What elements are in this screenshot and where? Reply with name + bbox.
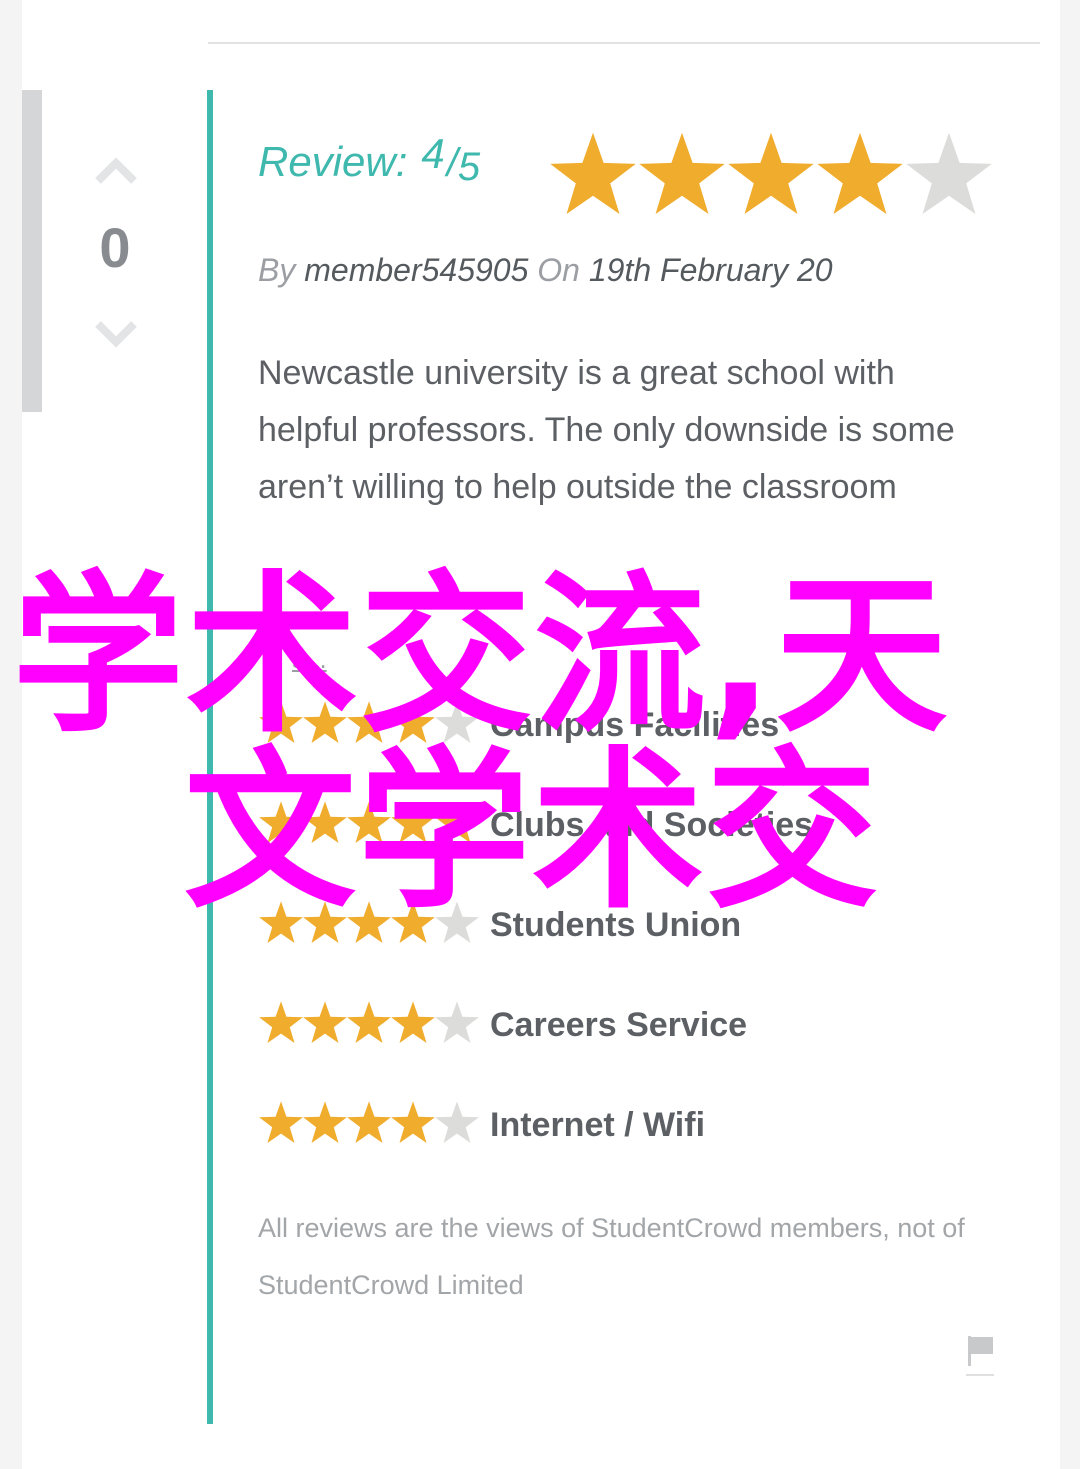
- star-filled-icon: [728, 132, 814, 215]
- review-slash: /: [446, 141, 458, 185]
- star-filled-icon: [259, 1101, 303, 1143]
- overall-rating-stars: [548, 130, 998, 220]
- vote-bar: [22, 90, 42, 412]
- star-filled-icon: [347, 1101, 391, 1143]
- star-filled-icon: [303, 701, 347, 743]
- category-row: Clubs and Societies: [258, 800, 978, 850]
- star-filled-icon: [347, 801, 391, 843]
- star-empty-icon: [435, 1001, 479, 1043]
- star-filled-icon: [347, 701, 391, 743]
- star-filled-icon: [817, 132, 903, 215]
- review-date: 19th February 20: [588, 252, 833, 288]
- star-filled-icon: [550, 132, 636, 215]
- vote-count: 0: [99, 216, 131, 279]
- accent-line: [207, 90, 213, 1424]
- review-score: 4: [421, 130, 445, 177]
- star-filled-icon: [347, 1001, 391, 1043]
- star-filled-icon: [391, 1001, 435, 1043]
- star-filled-icon: [303, 1001, 347, 1043]
- on-label: On: [537, 252, 580, 288]
- star-filled-icon: [639, 132, 725, 215]
- category-row: Careers Service: [258, 1000, 978, 1050]
- star-filled-icon: [303, 901, 347, 943]
- review-meta: By member545905 On 19th February 20: [258, 252, 833, 289]
- review-body: Newcastle university is a great school w…: [258, 354, 955, 506]
- disclaimer: All reviews are the views of StudentCrow…: [258, 1213, 965, 1300]
- by-label: By: [258, 252, 296, 288]
- downvote-button[interactable]: [94, 320, 138, 350]
- category-row: Students Union: [258, 900, 978, 950]
- review-max: 5: [457, 145, 481, 189]
- category-label: Students Union: [490, 906, 742, 944]
- category-label: Campus Facilities: [490, 706, 780, 744]
- star-filled-icon: [391, 801, 435, 843]
- star-filled-icon: [391, 1101, 435, 1143]
- chevron-down-icon: [95, 321, 137, 348]
- star-filled-icon: [259, 701, 303, 743]
- star-filled-icon: [259, 1001, 303, 1043]
- category-label: Clubs and Societies: [490, 806, 814, 844]
- category-label: Internet / Wifi: [490, 1106, 706, 1144]
- review-label: Review:: [258, 138, 408, 185]
- chevron-up-icon: [95, 157, 137, 184]
- star-filled-icon: [391, 901, 435, 943]
- upvote-button[interactable]: [94, 155, 138, 185]
- top-divider: [208, 42, 1040, 44]
- category-row: Internet / Wifi: [258, 1100, 978, 1150]
- review-author[interactable]: member545905: [304, 252, 528, 288]
- star-filled-icon: [303, 1101, 347, 1143]
- star-filled-icon: [435, 801, 479, 843]
- category-label: Careers Service: [490, 1006, 748, 1044]
- star-filled-icon: [391, 701, 435, 743]
- category-stars: [258, 900, 482, 946]
- star-empty-icon: [906, 132, 992, 215]
- star-filled-icon: [303, 801, 347, 843]
- star-filled-icon: [347, 901, 391, 943]
- star-empty-icon: [435, 901, 479, 943]
- flag-icon: [966, 1336, 994, 1376]
- review-heading: Review: 4/5: [258, 130, 481, 189]
- star-empty-icon: [435, 701, 479, 743]
- star-filled-icon: [259, 801, 303, 843]
- category-stars: [258, 800, 482, 846]
- read-more-link[interactable]: s...: [292, 644, 327, 675]
- category-row: Campus Facilities: [258, 700, 978, 750]
- category-stars: [258, 1000, 482, 1046]
- category-stars: [258, 700, 482, 746]
- category-stars: [258, 1100, 482, 1146]
- report-button[interactable]: [964, 1332, 996, 1378]
- star-filled-icon: [259, 901, 303, 943]
- star-empty-icon: [435, 1101, 479, 1143]
